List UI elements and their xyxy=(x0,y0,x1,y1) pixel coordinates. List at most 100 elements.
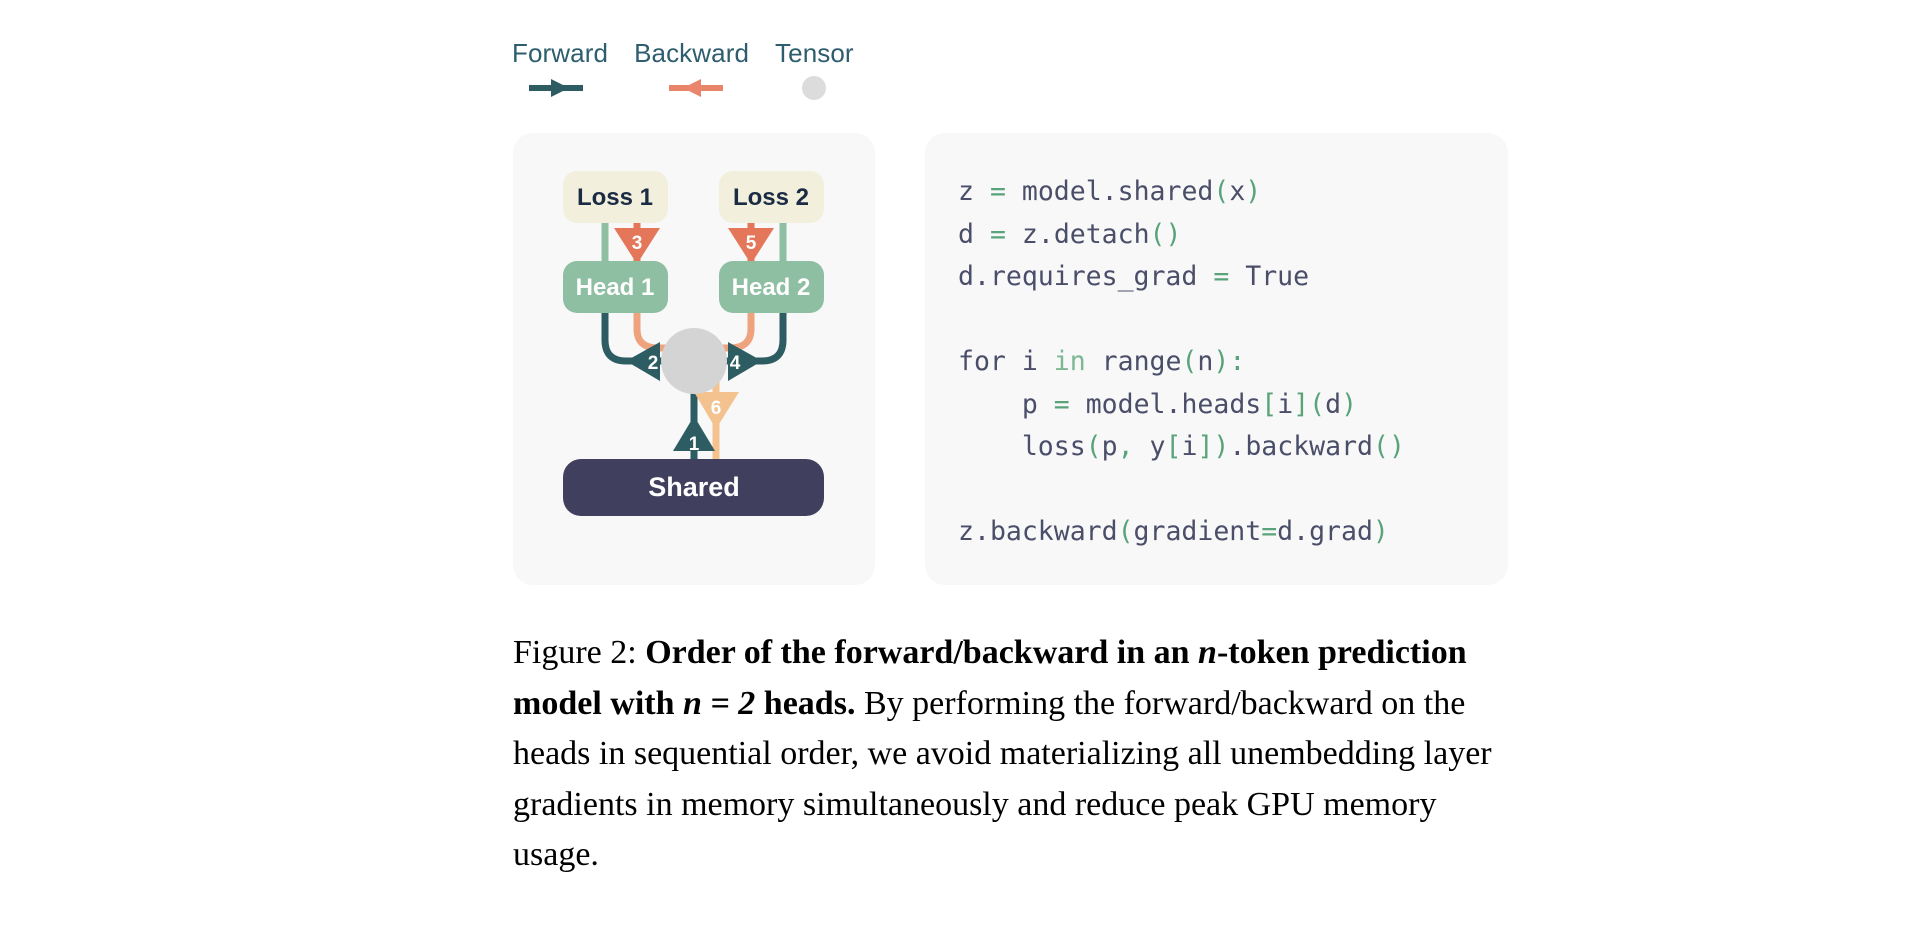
code-token: ( xyxy=(1181,346,1198,377)
tensor-node xyxy=(661,328,727,394)
step-number-2: 2 xyxy=(648,353,659,374)
arrow-left-icon xyxy=(661,75,723,101)
code-token: ] xyxy=(1293,388,1310,420)
code-line: z.backward(gradient=d.grad) xyxy=(958,511,1405,554)
code-token: d xyxy=(958,218,974,250)
code-token: heads xyxy=(1181,388,1262,420)
code-token: z xyxy=(958,176,974,207)
head2-label: Head 2 xyxy=(732,274,811,301)
code-token: range xyxy=(1101,346,1182,377)
code-token: ) xyxy=(1388,431,1405,462)
head1-label: Head 1 xyxy=(576,274,655,301)
code-token: = xyxy=(1053,388,1070,420)
shared-label: Shared xyxy=(648,472,740,502)
code-token: [ xyxy=(1261,388,1278,420)
code-token: p xyxy=(1101,431,1118,462)
code-token: requires_grad xyxy=(989,261,1198,292)
legend-label-tensor: Tensor xyxy=(775,38,854,68)
code-token: d xyxy=(958,261,974,292)
code-token: i xyxy=(1277,388,1294,420)
code-token: . xyxy=(1293,516,1310,547)
arrow-right-icon xyxy=(529,75,591,101)
caption-title-part3: heads. xyxy=(755,684,856,722)
code-token: ] xyxy=(1197,431,1214,462)
code-token: ( xyxy=(1213,176,1230,207)
code-token: n xyxy=(1197,346,1214,377)
circle-icon xyxy=(798,75,830,101)
code-token: . xyxy=(1101,176,1118,207)
code-token: = xyxy=(989,218,1006,250)
code-token: ) xyxy=(1245,176,1262,207)
code-token: backward xyxy=(1245,431,1373,462)
code-token: ( xyxy=(1372,431,1389,462)
code-token: ( xyxy=(1309,388,1326,420)
code-token: ) xyxy=(1341,388,1358,420)
loss1-label: Loss 1 xyxy=(577,184,653,211)
code-token: d xyxy=(1325,388,1342,420)
code-token: i xyxy=(1021,346,1038,377)
code-token: d xyxy=(1277,516,1294,547)
code-token: grad xyxy=(1309,516,1373,547)
code-token: = xyxy=(989,176,1006,207)
code-token: gradient xyxy=(1133,516,1262,547)
legend-item-tensor: Tensor xyxy=(775,38,854,101)
code-token: , xyxy=(1117,431,1134,462)
code-line: d.requires_grad = True xyxy=(958,256,1405,299)
code-token: x xyxy=(1229,176,1246,207)
code-token: z xyxy=(958,516,974,547)
code-token: in xyxy=(1053,346,1086,377)
code-line: p = model.heads[i](d) xyxy=(958,384,1405,427)
code-token: detach xyxy=(1053,218,1150,250)
step-number-3: 3 xyxy=(632,233,643,254)
figure-container: Forward Backward Tensor 1 2 4 3 5 6 Loss… xyxy=(0,0,1931,937)
code-token: model xyxy=(1085,388,1166,420)
code-panel: z = model.shared(x) d = z.detach() d.requi… xyxy=(925,133,1508,585)
code-token: i xyxy=(1181,431,1198,462)
code-token: ( xyxy=(1085,431,1102,462)
step-number-4: 4 xyxy=(730,353,741,374)
code-line: z = model.shared(x) xyxy=(958,171,1405,214)
code-token: . xyxy=(1229,431,1246,462)
caption-title-part1: Order of the forward/backward in an xyxy=(645,634,1199,671)
code-line: d = z.detach() xyxy=(958,214,1405,257)
step-number-1: 1 xyxy=(689,434,700,455)
code-token: ) xyxy=(1372,516,1389,547)
legend-label-backward: Backward xyxy=(634,38,750,68)
code-token: . xyxy=(1165,388,1182,420)
legend-item-forward: Forward xyxy=(512,38,608,101)
code-token: backward xyxy=(989,516,1118,547)
code-token: [ xyxy=(1165,431,1182,462)
code-token: ( xyxy=(1149,218,1166,250)
code-block: z = model.shared(x) d = z.detach() d.requi… xyxy=(958,171,1405,554)
code-token: ( xyxy=(1117,516,1134,547)
caption-math-eq: n = 2 xyxy=(683,684,756,722)
loss2-label: Loss 2 xyxy=(733,184,809,211)
code-token: . xyxy=(973,261,990,292)
step-number-5: 5 xyxy=(746,233,757,254)
code-token: ) xyxy=(1213,431,1230,462)
figure-caption: Figure 2: Order of the forward/backward … xyxy=(513,628,1518,881)
diagram-panel: 1 2 4 3 5 6 Loss 1 Loss 2 Head 1 Head 2 … xyxy=(513,133,875,585)
code-token: z xyxy=(1021,218,1038,250)
code-token: y xyxy=(1149,431,1166,462)
code-token: loss xyxy=(1021,431,1086,462)
legend-item-backward: Backward xyxy=(634,38,749,101)
code-line: for i in range(n): xyxy=(958,341,1405,384)
step-number-6: 6 xyxy=(711,398,722,419)
code-token: model xyxy=(1021,176,1102,207)
code-token: . xyxy=(973,516,990,547)
